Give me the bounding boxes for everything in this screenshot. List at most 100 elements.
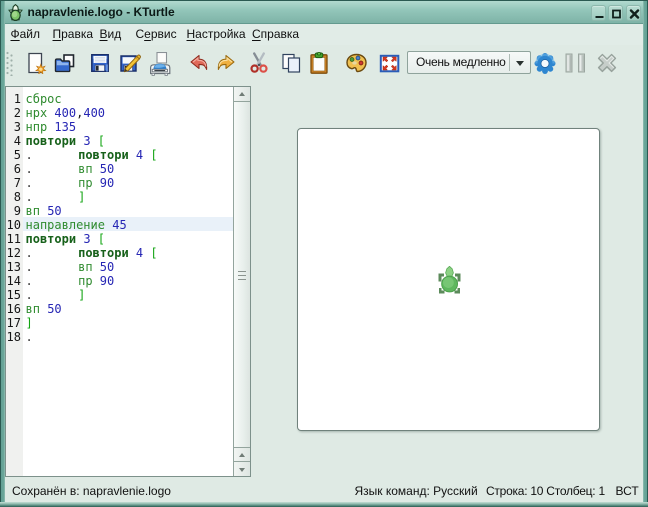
code-token-cmd: вп xyxy=(78,260,92,274)
line-number: 9 xyxy=(14,204,21,218)
code-token-num: 50 xyxy=(100,162,114,176)
menu-Справка[interactable]: Справка xyxy=(252,27,299,41)
turtle-canvas[interactable] xyxy=(297,128,600,431)
status-saved-text: Сохранён в: napravlenie.logo xyxy=(12,484,171,498)
indent: . xyxy=(26,246,79,260)
run-gear-button[interactable] xyxy=(534,52,556,74)
code-token-cmd: пр xyxy=(78,176,92,190)
code-area[interactable]: сброснрх 400,400нпр 135повтори 3 [.повто… xyxy=(23,87,233,476)
toolbar-drag-handle[interactable] xyxy=(5,49,14,76)
pause-icon xyxy=(565,52,587,74)
menubar: Файл Правка Вид Сервис Настройка Справка xyxy=(5,24,643,45)
line-number: 8 xyxy=(14,190,21,204)
line-number: 2 xyxy=(14,106,21,120)
indent: . xyxy=(26,148,79,162)
save-as-icon xyxy=(118,52,141,75)
menu-Вид[interactable]: Вид xyxy=(100,27,122,41)
code-token-num: 3 xyxy=(83,232,90,246)
line-number: 13 xyxy=(7,260,21,274)
run-gear-icon xyxy=(534,52,556,74)
scrollbar-thumb[interactable] xyxy=(234,102,250,448)
line-number-gutter: 123456789101112131415161718 xyxy=(6,87,23,476)
menu-Настройка[interactable]: Настройка xyxy=(187,27,246,41)
print-button[interactable] xyxy=(148,52,170,74)
palette-icon xyxy=(345,52,368,75)
run-speed-select[interactable]: Очень медленно xyxy=(407,51,531,74)
close-button[interactable] xyxy=(626,5,641,21)
line-number: 15 xyxy=(7,288,21,302)
code-token-text xyxy=(91,232,98,246)
code-token-num: 90 xyxy=(100,176,114,190)
code-line-17: ] xyxy=(26,316,33,330)
redo-button[interactable] xyxy=(215,52,237,74)
code-token-text xyxy=(93,274,100,288)
code-token-tabdot: . xyxy=(26,288,33,302)
maximize-button[interactable] xyxy=(608,5,623,21)
code-token-tabdot: . xyxy=(26,190,33,204)
code-line-12: .повтори 4 [ xyxy=(26,246,158,260)
code-line-5: .повтори 4 [ xyxy=(26,148,158,162)
redo-icon xyxy=(215,52,238,75)
code-token-kw: повтори xyxy=(78,148,129,162)
toolbar: Очень медленно xyxy=(5,45,643,80)
new-file-icon xyxy=(25,52,47,74)
code-token-num: 90 xyxy=(100,274,114,288)
titlebar[interactable]: napravlenie.logo - KTurtle xyxy=(1,1,647,23)
scroll-up-button-2[interactable] xyxy=(234,447,250,462)
line-number: 16 xyxy=(7,302,21,316)
menu-Сервис[interactable]: Сервис xyxy=(136,27,177,41)
line-number: 6 xyxy=(14,162,21,176)
code-token-tabdot: . xyxy=(26,260,33,274)
code-token-br: [ xyxy=(98,134,105,148)
line-number: 4 xyxy=(14,134,21,148)
menu-Правка[interactable]: Правка xyxy=(53,27,94,41)
editor-scrollbar[interactable] xyxy=(233,87,250,476)
pause-button[interactable] xyxy=(565,52,587,74)
close-icon xyxy=(627,6,642,22)
code-token-num: 50 xyxy=(47,204,61,218)
indent: . xyxy=(26,260,79,274)
scroll-up-button[interactable] xyxy=(234,87,250,102)
indent: . xyxy=(26,190,79,204)
copy-icon xyxy=(280,52,303,75)
scrollbar-grip xyxy=(238,268,246,279)
paste-icon xyxy=(308,52,330,74)
window-frame-bottom xyxy=(0,502,648,507)
new-file-button[interactable] xyxy=(25,52,47,74)
code-line-6: .вп 50 xyxy=(26,162,115,176)
line-number: 14 xyxy=(7,274,21,288)
run-speed-value: Очень медленно xyxy=(416,55,506,69)
code-line-11: повтори 3 [ xyxy=(26,232,106,246)
code-token-text xyxy=(91,134,98,148)
paste-button[interactable] xyxy=(308,52,330,74)
save-button[interactable] xyxy=(89,52,111,74)
window-frame-left xyxy=(0,1,5,502)
save-as-button[interactable] xyxy=(118,52,140,74)
stop-button[interactable] xyxy=(596,52,618,74)
code-line-14: .пр 90 xyxy=(26,274,115,288)
palette-button[interactable] xyxy=(345,52,367,74)
undo-button[interactable] xyxy=(187,52,209,74)
code-editor[interactable]: 123456789101112131415161718 сброснрх 400… xyxy=(5,86,251,477)
code-line-1: сброс xyxy=(26,92,62,106)
status-cursor-position: Строка: 10 Столбец: 1 xyxy=(486,484,605,498)
open-file-button[interactable] xyxy=(52,52,74,74)
code-token-tabdot: . xyxy=(26,274,33,288)
line-number: 18 xyxy=(7,330,21,344)
cut-button[interactable] xyxy=(248,52,270,74)
code-line-15: .] xyxy=(26,288,86,302)
code-token-br: ] xyxy=(78,190,85,204)
minimize-button[interactable] xyxy=(591,5,606,21)
code-line-2: нрх 400,400 xyxy=(26,106,106,120)
arrow-up-icon xyxy=(239,453,245,457)
copy-button[interactable] xyxy=(280,52,302,74)
fullscreen-button[interactable] xyxy=(378,52,400,74)
code-token-text xyxy=(93,162,100,176)
menu-Файл[interactable]: Файл xyxy=(11,27,41,41)
code-line-18: . xyxy=(26,330,33,344)
print-icon xyxy=(148,52,172,76)
indent: . xyxy=(26,162,79,176)
line-number: 3 xyxy=(14,120,21,134)
scroll-down-button[interactable] xyxy=(234,461,250,476)
undo-icon xyxy=(187,52,210,75)
